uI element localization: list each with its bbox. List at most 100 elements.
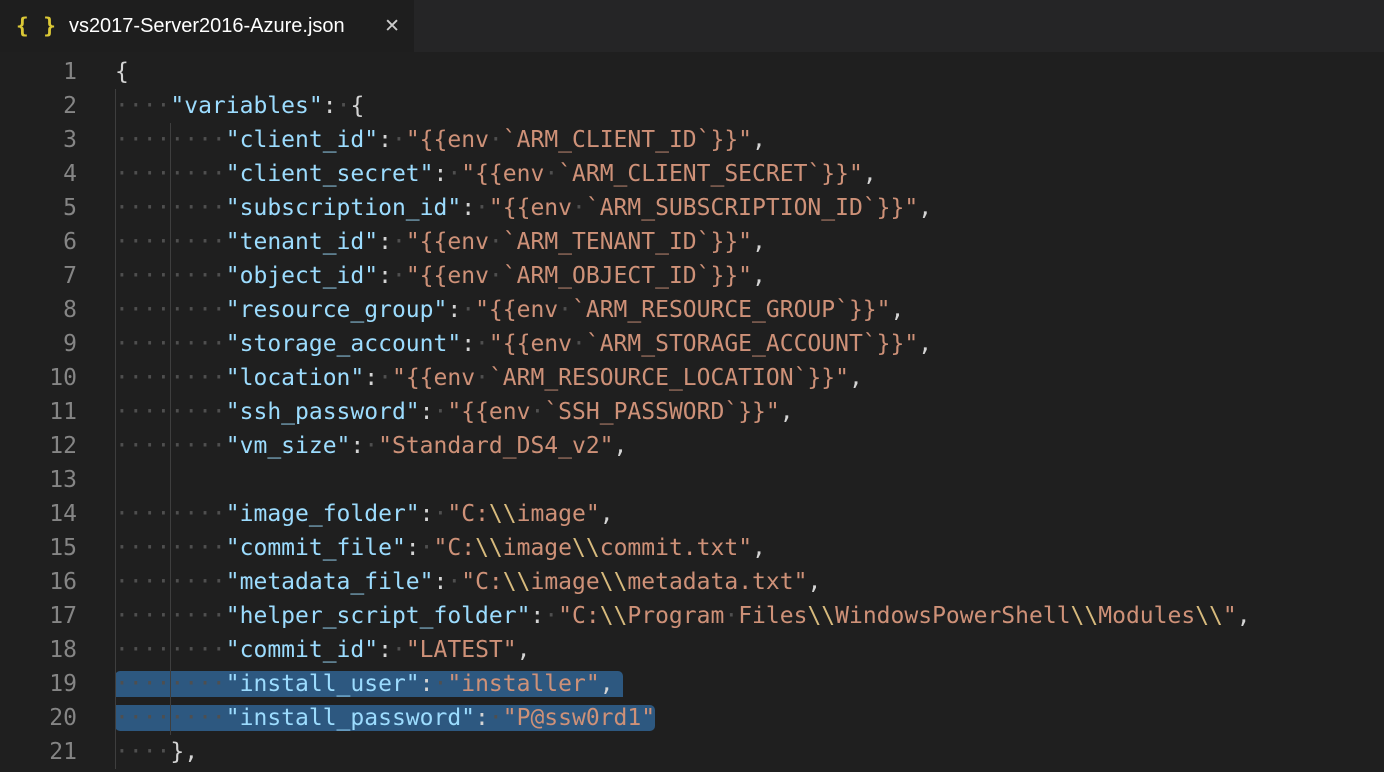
code-line[interactable]: 1{: [0, 55, 1384, 89]
code-token: "{{env: [406, 229, 489, 255]
code-line[interactable]: 11········"ssh_password":·"{{env·`SSH_PA…: [0, 395, 1384, 429]
line-number[interactable]: 3: [0, 123, 77, 157]
code-line[interactable]: 17········"helper_script_folder":·"C:\\P…: [0, 599, 1384, 633]
code-token: :: [364, 365, 378, 391]
whitespace-dots: ·: [489, 263, 503, 289]
code-token: {: [350, 93, 364, 119]
selection-highlight: ········"install_user":·"installer",: [115, 671, 623, 697]
whitespace-dots: ·: [475, 365, 489, 391]
code-token: `ARM_OBJECT_ID`}}": [503, 263, 752, 289]
code-token: ,: [614, 433, 628, 459]
tab-bar: { } vs2017-Server2016-Azure.json ✕: [0, 0, 1384, 52]
code-token: "Standard_DS4_v2": [378, 433, 613, 459]
whitespace-dots: ·: [378, 365, 392, 391]
code-line[interactable]: 7········"object_id":·"{{env·`ARM_OBJECT…: [0, 259, 1384, 293]
selection-highlight: ········"install_password":·"P@ssw0rd1": [115, 705, 655, 731]
line-number[interactable]: 12: [0, 429, 77, 463]
code-line[interactable]: 20 ········"install_password":·"P@ssw0rd1…: [0, 701, 1384, 735]
code-token: image": [517, 501, 600, 527]
line-content: ········"tenant_id":·"{{env·`ARM_TENANT_…: [115, 229, 766, 255]
code-token: "{{env: [406, 127, 489, 153]
line-number[interactable]: 2: [0, 89, 77, 123]
line-number[interactable]: 1: [0, 55, 77, 89]
line-number[interactable]: 15: [0, 531, 77, 565]
code-token: :: [420, 399, 434, 425]
code-token: :: [406, 535, 420, 561]
code-token: "LATEST": [406, 637, 517, 663]
code-token: ,: [517, 637, 531, 663]
code-token: "C:: [434, 535, 476, 561]
line-number[interactable]: 13: [0, 463, 77, 497]
code-token: "image_folder": [226, 501, 420, 527]
code-token: WindowsPowerShell: [835, 603, 1070, 629]
code-token: \\: [600, 603, 628, 629]
code-token: "{{env: [447, 399, 530, 425]
whitespace-dots: ·: [489, 229, 503, 255]
code-line[interactable]: 19 ········"install_user":·"installer",: [0, 667, 1384, 701]
whitespace-dots: ·: [434, 671, 448, 697]
code-token: :: [378, 263, 392, 289]
line-number[interactable]: 19: [0, 667, 77, 701]
line-number[interactable]: 16: [0, 565, 77, 599]
whitespace-dots: ·: [724, 603, 738, 629]
code-line[interactable]: 4········"client_secret":·"{{env·`ARM_CL…: [0, 157, 1384, 191]
code-token: "{{env: [489, 195, 572, 221]
code-token: :: [475, 705, 489, 731]
line-number[interactable]: 10: [0, 361, 77, 395]
editor[interactable]: 1{2····"variables":·{3········"client_id…: [0, 52, 1384, 772]
line-number[interactable]: 4: [0, 157, 77, 191]
line-number[interactable]: 8: [0, 293, 77, 327]
code-line[interactable]: 3········"client_id":·"{{env·`ARM_CLIENT…: [0, 123, 1384, 157]
line-number[interactable]: 11: [0, 395, 77, 429]
code-token: ,: [752, 263, 766, 289]
code-token: `ARM_CLIENT_ID`}}": [503, 127, 752, 153]
code-token: :: [323, 93, 337, 119]
line-number[interactable]: 21: [0, 735, 77, 769]
code-token: ,: [918, 331, 932, 357]
line-number[interactable]: 5: [0, 191, 77, 225]
line-content: ········"metadata_file":·"C:\\image\\met…: [115, 569, 821, 595]
whitespace-dots: ·: [489, 127, 503, 153]
code-token: `ARM_RESOURCE_LOCATION`}}": [489, 365, 849, 391]
code-token: "object_id": [226, 263, 378, 289]
code-token: "P@ssw0rd1": [503, 705, 655, 731]
line-number[interactable]: 9: [0, 327, 77, 361]
line-number[interactable]: 20: [0, 701, 77, 735]
code-line[interactable]: 16 ········"metadata_file":·"C:\\image\\m…: [0, 565, 1384, 599]
code-line[interactable]: 12········"vm_size":·"Standard_DS4_v2",: [0, 429, 1384, 463]
code-token: ,: [600, 671, 614, 697]
code-token: :: [378, 229, 392, 255]
line-number[interactable]: 6: [0, 225, 77, 259]
code-line[interactable]: 5········"subscription_id":·"{{env·`ARM_…: [0, 191, 1384, 225]
tab-active-json-file[interactable]: { } vs2017-Server2016-Azure.json ✕: [0, 0, 414, 52]
whitespace-dots: ·: [475, 331, 489, 357]
code-token: ,: [918, 195, 932, 221]
line-number[interactable]: 18: [0, 633, 77, 667]
code-token: "C:: [447, 501, 489, 527]
code-line[interactable]: 10········"location":·"{{env·`ARM_RESOUR…: [0, 361, 1384, 395]
code-line[interactable]: 6········"tenant_id":·"{{env·`ARM_TENANT…: [0, 225, 1384, 259]
code-token: "commit_id": [226, 637, 378, 663]
whitespace-dots: ·: [572, 195, 586, 221]
line-number[interactable]: 7: [0, 259, 77, 293]
line-number[interactable]: 17: [0, 599, 77, 633]
code-token: ": [1223, 603, 1237, 629]
line-content: ····"variables":·{: [115, 93, 364, 119]
close-tab-icon[interactable]: ✕: [384, 15, 400, 37]
code-token: "storage_account": [226, 331, 461, 357]
code-line[interactable]: 8········"resource_group":·"{{env·`ARM_R…: [0, 293, 1384, 327]
code-line[interactable]: 2 ····"variables":·{: [0, 89, 1384, 123]
code-token: "ssh_password": [226, 399, 420, 425]
whitespace-dots: ·: [489, 705, 503, 731]
code-token: ,: [600, 501, 614, 527]
line-number[interactable]: 14: [0, 497, 77, 531]
code-token: },: [170, 739, 198, 765]
code-line[interactable]: 14········"image_folder":·"C:\\image",: [0, 497, 1384, 531]
code-line[interactable]: 13: [0, 463, 1384, 497]
code-token: \\: [807, 603, 835, 629]
code-line[interactable]: 21····},: [0, 735, 1384, 769]
line-content: ········"helper_script_folder":·"C:\\Pro…: [115, 603, 1251, 629]
code-line[interactable]: 9········"storage_account":·"{{env·`ARM_…: [0, 327, 1384, 361]
code-line[interactable]: 18········"commit_id":·"LATEST",: [0, 633, 1384, 667]
code-line[interactable]: 15········"commit_file":·"C:\\image\\com…: [0, 531, 1384, 565]
